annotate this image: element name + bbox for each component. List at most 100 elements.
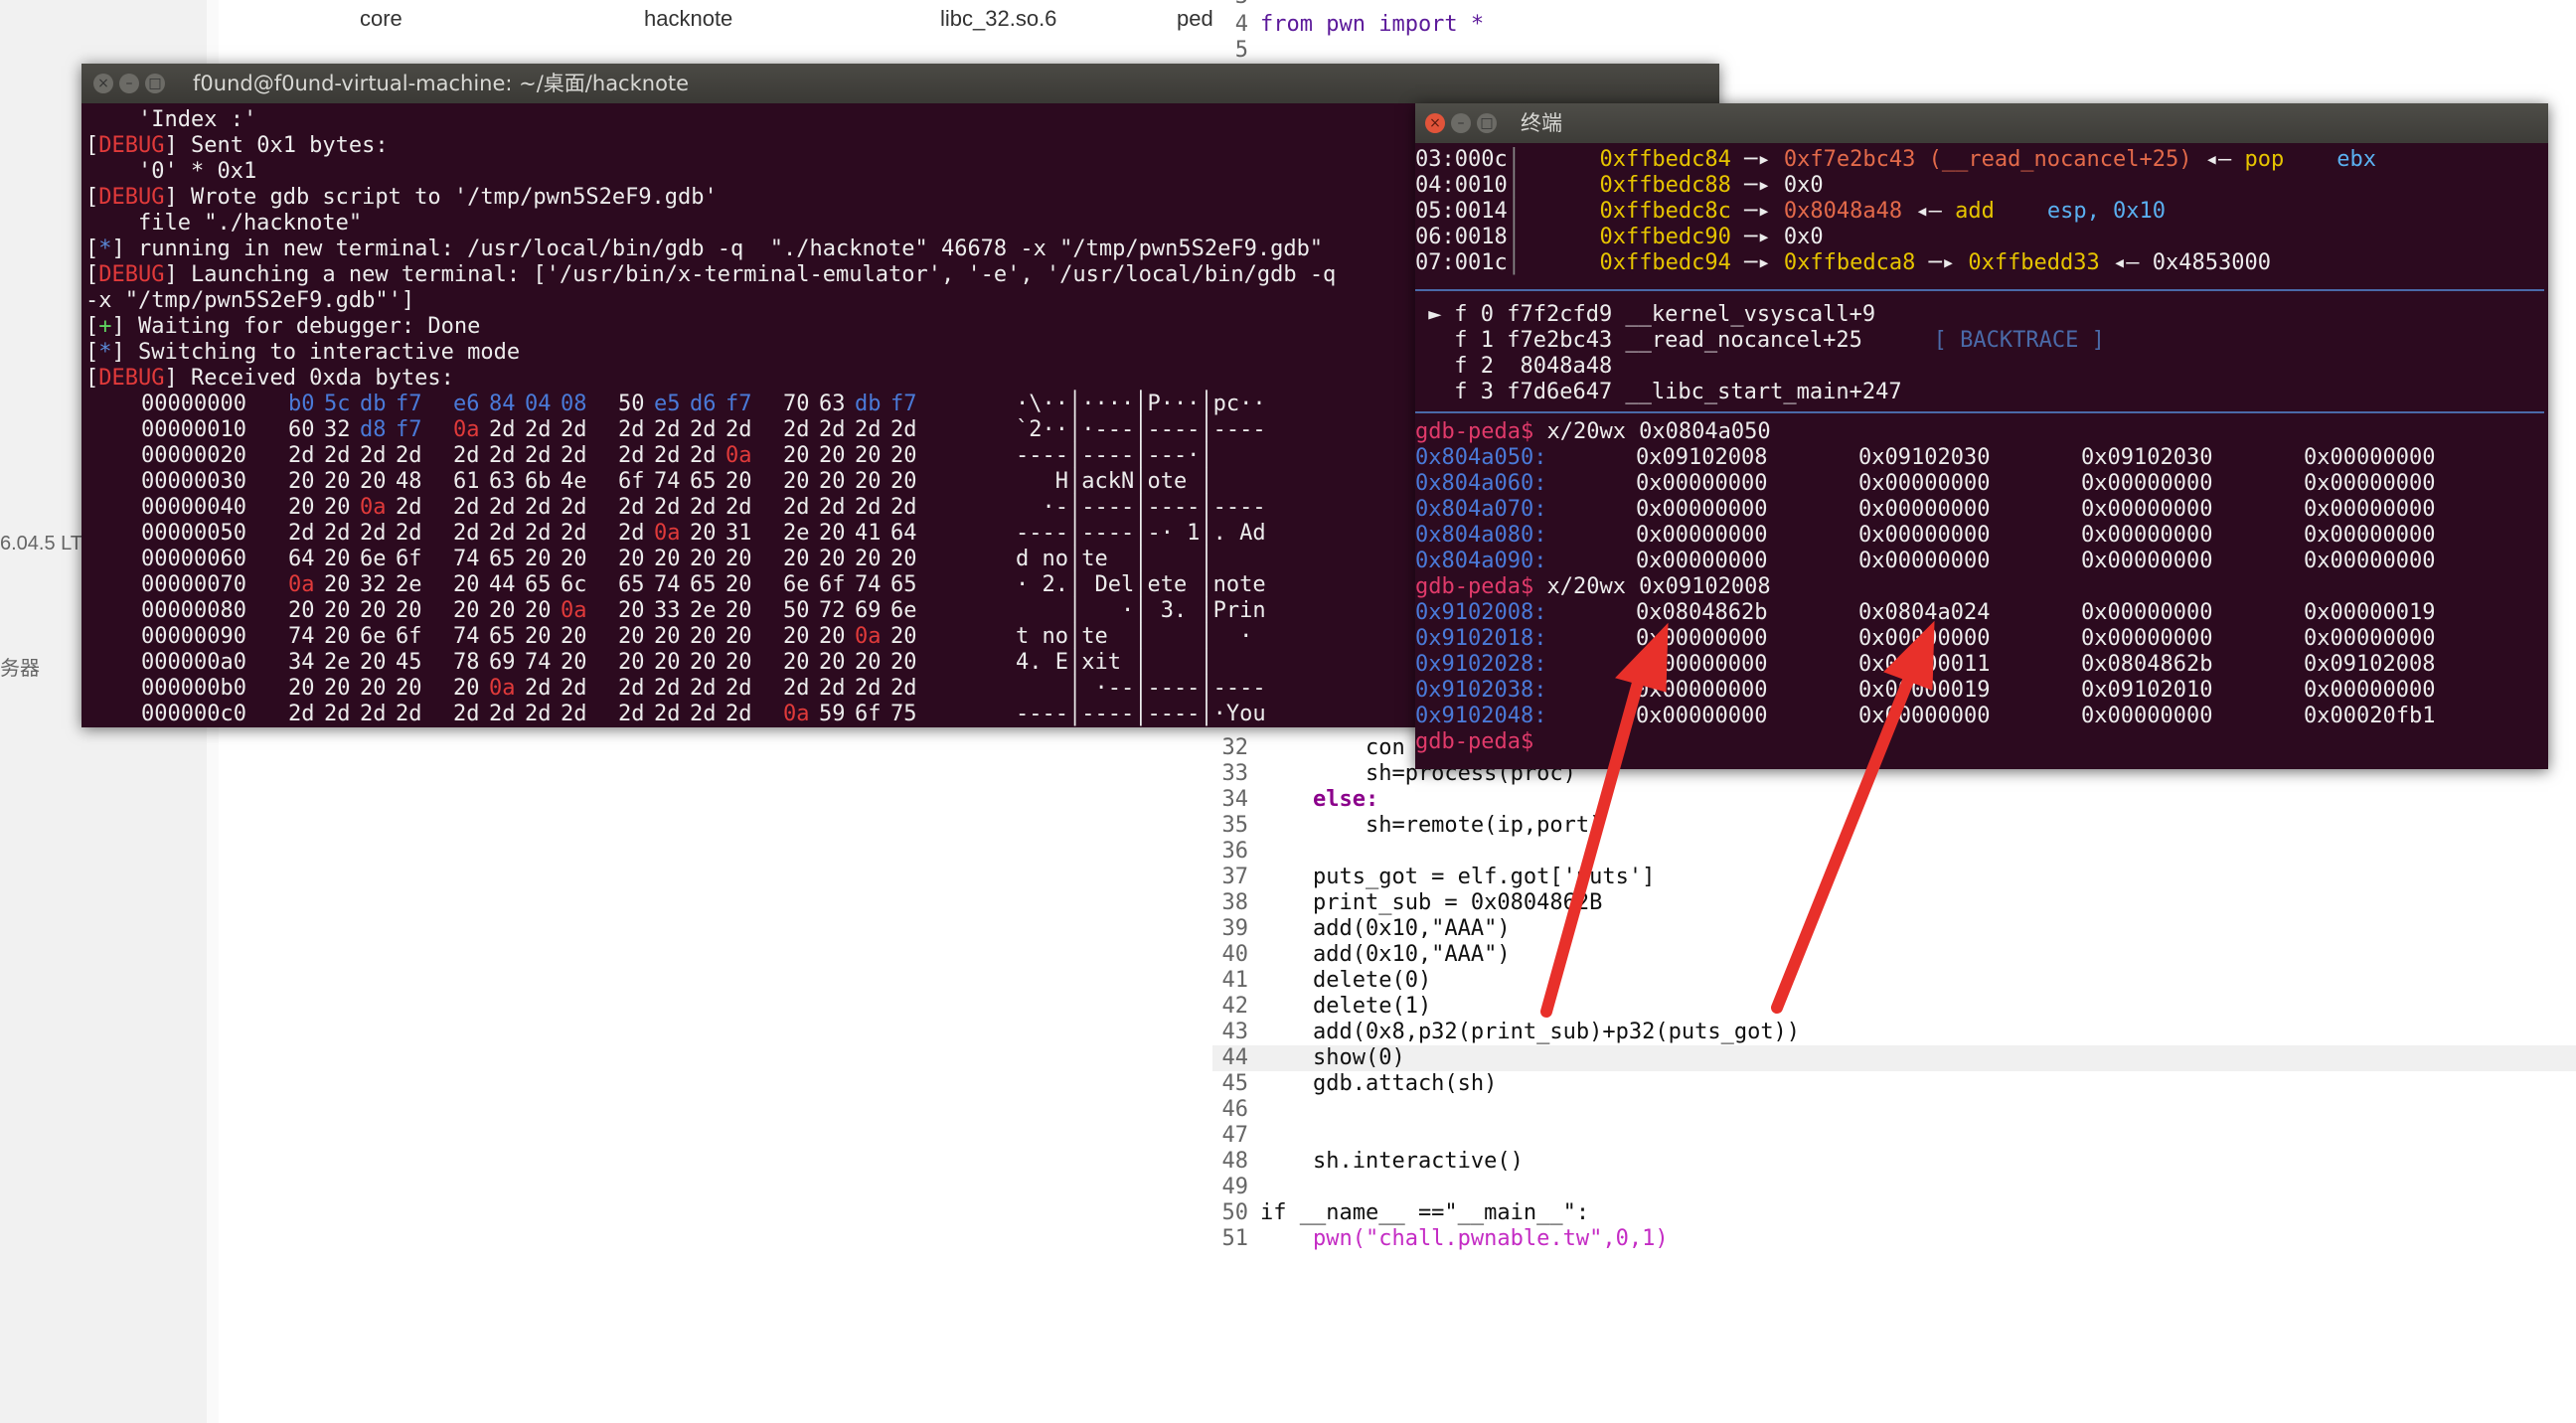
hexdump-byte: 50 bbox=[618, 392, 645, 416]
code-line: 42 delete(1) bbox=[1221, 994, 1432, 1019]
hexdump-byte: 2d bbox=[489, 443, 516, 468]
hexdump-byte: db bbox=[360, 392, 387, 416]
memory-dump-row: 0x804a050: 0x09102008 0x09102030 0x09102030… bbox=[1415, 445, 2544, 471]
gdb-output[interactable]: 03:000c│ 0xffbedc84 ─▸ 0xf7e2bc43 (__rea… bbox=[1415, 147, 2544, 769]
hexdump-byte: 20 bbox=[725, 650, 752, 675]
memory-word: 0x09102030 bbox=[1858, 445, 1991, 470]
hexdump-byte: 63 bbox=[819, 392, 846, 416]
file-item-libc[interactable]: libc_32.so.6 bbox=[940, 6, 1056, 32]
code-line: 51 pwn("chall.pwnable.tw",0,1) bbox=[1221, 1226, 1669, 1251]
hexdump-byte: 33 bbox=[654, 598, 681, 623]
terminal-titlebar[interactable]: × – □ 终端 bbox=[1415, 103, 2548, 143]
terminal-titlebar[interactable]: × – □ f0und@f0und-virtual-machine: ~/桌面/… bbox=[81, 64, 1719, 103]
hexdump-offset: 000000c0 bbox=[141, 702, 246, 726]
hexdump-byte: 74 bbox=[453, 547, 480, 571]
hexdump-row: 00000070 0a 20 32 2e 20 44 65 6c 65 74 65 20 6e 6f 74 65… bbox=[141, 572, 1266, 598]
hexdump-byte: 0a bbox=[360, 495, 387, 520]
hexdump-byte: 2d bbox=[489, 495, 516, 520]
hexdump-byte: 20 bbox=[324, 598, 351, 623]
hexdump-byte: 08 bbox=[561, 392, 587, 416]
hexdump-byte: 31 bbox=[725, 521, 752, 546]
maximize-icon[interactable]: □ bbox=[145, 74, 165, 93]
hexdump-byte: 20 bbox=[360, 650, 387, 675]
hexdump-byte: 64 bbox=[890, 521, 917, 546]
maximize-icon[interactable]: □ bbox=[1477, 113, 1497, 133]
memory-word: 0x00000000 bbox=[2304, 523, 2436, 548]
hexdump-byte: 20 bbox=[855, 469, 882, 494]
hexdump-byte: 2d bbox=[561, 495, 587, 520]
file-item-core[interactable]: core bbox=[360, 6, 402, 32]
hexdump-byte: 74 bbox=[855, 572, 882, 597]
hexdump-byte: 2d bbox=[654, 495, 681, 520]
code-line-current: 44 show(0) bbox=[1212, 1045, 2576, 1071]
minimize-icon[interactable]: – bbox=[119, 74, 139, 93]
hexdump-byte: 2d bbox=[654, 702, 681, 726]
hexdump-byte: 20 bbox=[453, 572, 480, 597]
file-item-ped[interactable]: ped bbox=[1177, 6, 1213, 32]
hexdump-byte: 20 bbox=[489, 598, 516, 623]
hexdump-byte: 2d bbox=[690, 676, 717, 701]
hexdump-byte: 2d bbox=[561, 676, 587, 701]
hexdump-byte: b0 bbox=[288, 392, 315, 416]
code-line: 35 sh=remote(ip,port) bbox=[1221, 813, 1603, 838]
hexdump-offset: 00000050 bbox=[141, 521, 246, 546]
hexdump-byte: 2d bbox=[725, 495, 752, 520]
minimize-icon[interactable]: – bbox=[1451, 113, 1471, 133]
divider bbox=[1415, 405, 2544, 413]
hexdump-byte: 2d bbox=[396, 521, 422, 546]
memory-dump-row: 0x9102028: 0x00000000 0x00000011 0x0804862b… bbox=[1415, 652, 2544, 678]
hexdump-byte: 2e bbox=[783, 521, 810, 546]
gdb-prompt[interactable]: gdb-peda$ bbox=[1415, 729, 2544, 755]
hexdump-byte: 69 bbox=[489, 650, 516, 675]
hexdump-ascii: `2··│·---│----│---- bbox=[1016, 417, 1266, 442]
hexdump-byte: 20 bbox=[618, 547, 645, 571]
hexdump-ascii: ·-│----│----│---- bbox=[1016, 495, 1266, 520]
hexdump-byte: 64 bbox=[288, 547, 315, 571]
hexdump-byte: 2d bbox=[690, 417, 717, 442]
hexdump-byte: f7 bbox=[396, 417, 422, 442]
window-title: 终端 bbox=[1521, 111, 1562, 135]
hexdump-byte: 20 bbox=[690, 624, 717, 649]
hexdump-byte: 2d bbox=[654, 676, 681, 701]
hexdump-byte: 20 bbox=[819, 650, 846, 675]
sidebar-item-os-version[interactable]: 6.04.5 LT bbox=[0, 533, 82, 555]
sidebar-item-server[interactable]: 务器 bbox=[0, 652, 40, 681]
memory-dump-row: 0x804a090: 0x00000000 0x00000000 0x00000000… bbox=[1415, 549, 2544, 574]
stack-line: 04:0010│ 0xffbedc88 ─▸ 0x0 bbox=[1415, 173, 1824, 198]
file-item-hacknote[interactable]: hacknote bbox=[644, 6, 732, 32]
stack-line: 07:001c│ 0xffbedc94 ─▸ 0xffbedca8 ─▸ 0xf… bbox=[1415, 250, 2271, 275]
hexdump-byte: e5 bbox=[654, 392, 681, 416]
memory-word: 0x00000011 bbox=[1858, 652, 1991, 677]
hexdump-byte: 6e bbox=[890, 598, 917, 623]
memory-word: 0x00000000 bbox=[1636, 471, 1768, 496]
memory-word: 0x00000000 bbox=[2304, 497, 2436, 522]
memory-word: 0x00000000 bbox=[2304, 549, 2436, 573]
code-line: 36 bbox=[1221, 839, 1249, 864]
hexdump-byte: 2d bbox=[453, 495, 480, 520]
hexdump-byte: f7 bbox=[890, 392, 917, 416]
hexdump-byte: 20 bbox=[690, 521, 717, 546]
memory-word: 0x00000000 bbox=[1636, 497, 1768, 522]
hexdump-byte: 20 bbox=[360, 598, 387, 623]
hexdump-byte: d6 bbox=[690, 392, 717, 416]
terminal-window-gdb[interactable]: × – □ 终端 03:000c│ 0xffbedc84 ─▸ 0xf7e2bc… bbox=[1415, 103, 2548, 769]
memory-word: 0x09102008 bbox=[1636, 445, 1768, 470]
hexdump-byte: 20 bbox=[855, 443, 882, 468]
hexdump-byte: 63 bbox=[489, 469, 516, 494]
hexdump-byte: 44 bbox=[489, 572, 516, 597]
hexdump-byte: 20 bbox=[324, 495, 351, 520]
hexdump-offset: 00000080 bbox=[141, 598, 246, 623]
hexdump-byte: 2d bbox=[890, 495, 917, 520]
hexdump-byte: 20 bbox=[890, 443, 917, 468]
hexdump-row: 000000b0 20 20 20 20 20 0a 2d 2d 2d 2d 2d 2d 2d 2d 2d 2d… bbox=[141, 676, 1266, 702]
close-icon[interactable]: × bbox=[93, 74, 113, 93]
code-line: 40 add(0x10,"AAA") bbox=[1221, 942, 1511, 967]
hexdump-byte: 2d bbox=[525, 521, 552, 546]
hexdump-offset: 00000000 bbox=[141, 392, 246, 416]
hexdump-row: 00000040 20 20 0a 2d 2d 2d 2d 2d 2d 2d 2d 2d 2d 2d 2d 2d… bbox=[141, 495, 1266, 521]
hexdump-byte: 20 bbox=[690, 650, 717, 675]
code-line: 46 bbox=[1221, 1097, 1249, 1122]
close-icon[interactable]: × bbox=[1425, 113, 1445, 133]
hexdump-byte: 2d bbox=[525, 702, 552, 726]
hexdump-ascii: ----│----│---·│ bbox=[1016, 443, 1266, 468]
